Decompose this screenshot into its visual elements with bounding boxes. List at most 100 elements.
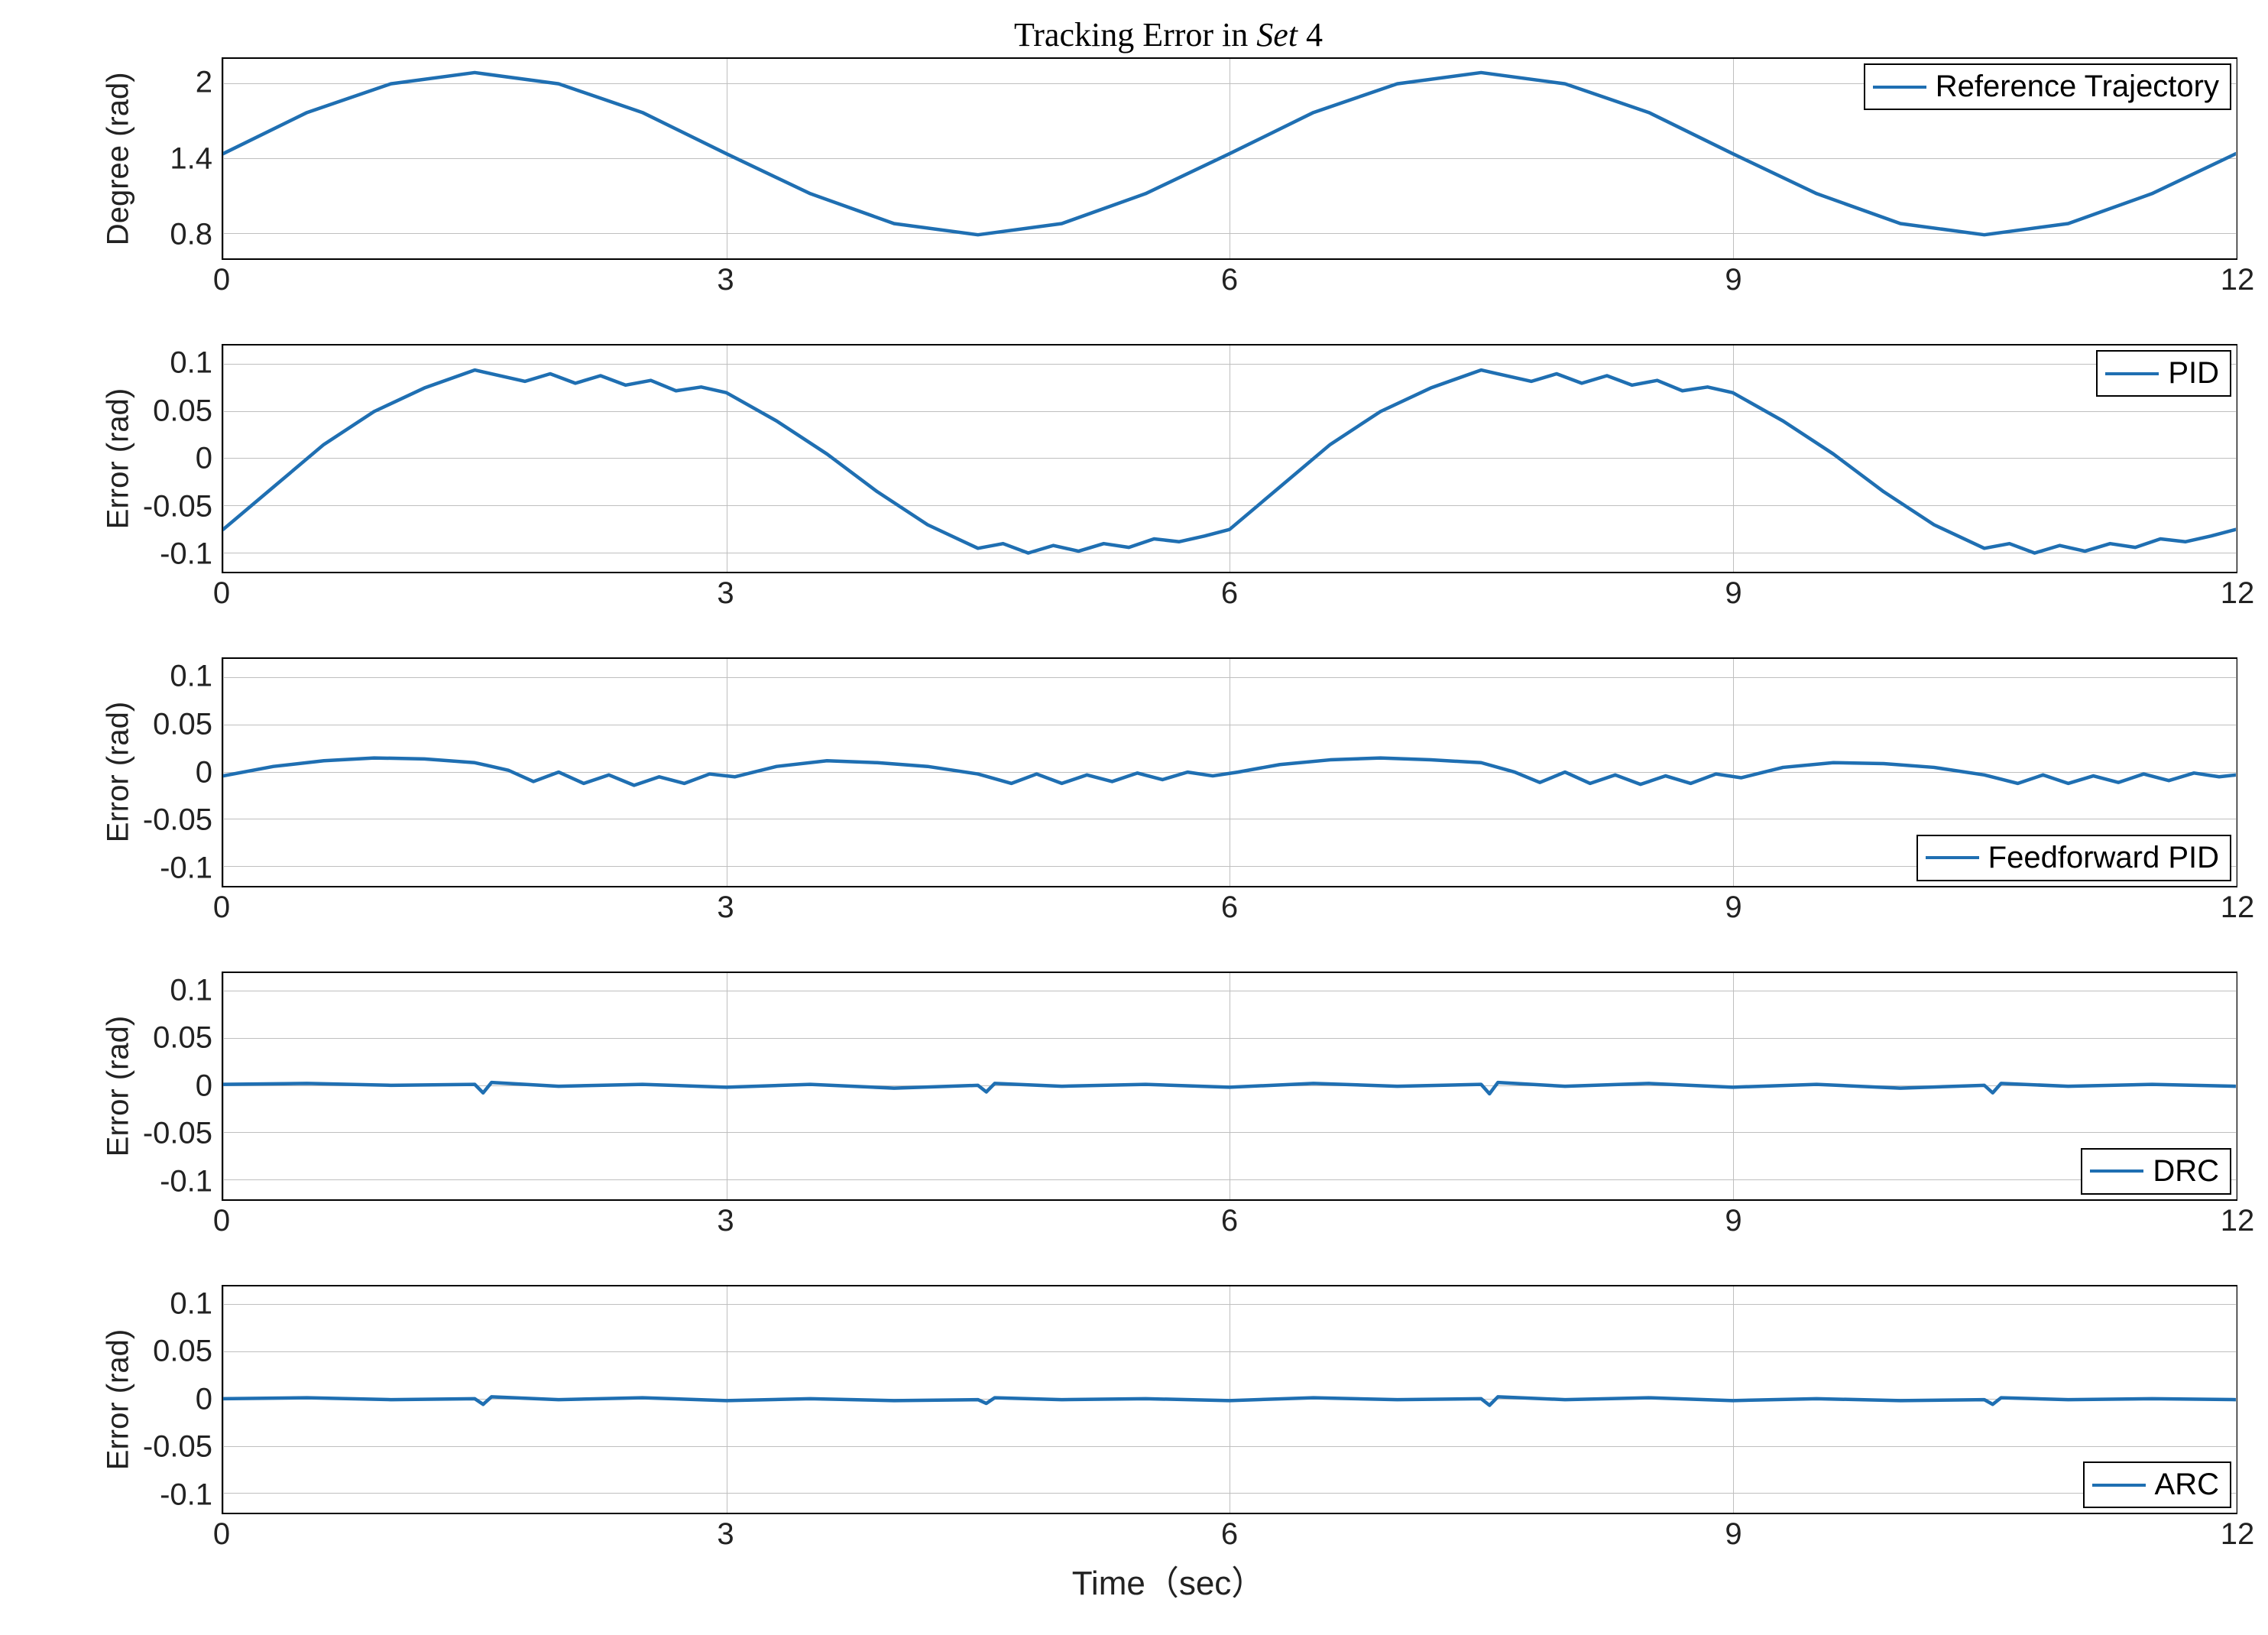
x-ticks-row: 036912 <box>99 1201 2237 1239</box>
gridline-vertical <box>2236 659 2237 885</box>
plot-row: Error (rad)-0.1-0.0500.050.1Feedforward … <box>99 657 2237 887</box>
spacer <box>99 260 222 298</box>
x-tick: 12 <box>2221 263 2255 297</box>
gridline-vertical <box>2236 345 2237 572</box>
y-tick: 0.05 <box>153 707 212 741</box>
spacer <box>99 573 222 612</box>
y-tick: 0.05 <box>153 1021 212 1056</box>
plot-row: Error (rad)-0.1-0.0500.050.1PID <box>99 344 2237 573</box>
y-tick: 0.1 <box>170 346 212 381</box>
y-tick: -0.1 <box>160 1478 212 1512</box>
legend: Feedforward PID <box>1916 835 2231 881</box>
y-axis-label: Degree (rad) <box>99 57 133 260</box>
x-tick: 0 <box>213 1517 230 1552</box>
x-tick: 6 <box>1221 263 1238 297</box>
axes: ARC <box>222 1285 2237 1514</box>
x-ticks-row: 036912 <box>99 887 2237 926</box>
y-ticks: 0.8 1.4 2 <box>133 57 217 260</box>
title-num: 4 <box>1298 16 1323 54</box>
legend-swatch <box>2092 1484 2146 1487</box>
legend-label: Feedforward PID <box>1988 841 2219 875</box>
y-axis-label: Error (rad) <box>99 972 133 1201</box>
legend: Reference Trajectory <box>1864 63 2231 110</box>
x-tick: 12 <box>2221 1204 2255 1238</box>
x-ticks: 036912 <box>222 1514 2237 1552</box>
x-ticks: 036912 <box>222 887 2237 926</box>
x-tick: 9 <box>1725 576 1742 611</box>
title-prefix: Tracking Error in <box>1014 16 1256 54</box>
x-tick: 9 <box>1725 1204 1742 1238</box>
legend-label: Reference Trajectory <box>1936 70 2219 104</box>
legend-swatch <box>2105 372 2159 375</box>
x-tick: 9 <box>1725 263 1742 297</box>
title-set: Set <box>1256 16 1298 54</box>
x-tick: 6 <box>1221 576 1238 611</box>
x-tick: 3 <box>717 576 734 611</box>
x-ticks: 036912 <box>222 573 2237 612</box>
legend: DRC <box>2081 1148 2231 1195</box>
legend-label: ARC <box>2155 1468 2219 1502</box>
panel-pid: Error (rad)-0.1-0.0500.050.1PID036912 <box>99 344 2237 612</box>
gridline-vertical <box>2236 1286 2237 1513</box>
x-tick: 3 <box>717 263 734 297</box>
y-tick: -0.05 <box>143 489 212 524</box>
y-axis-label: Error (rad) <box>99 1285 133 1514</box>
y-tick: 0 <box>196 1069 212 1103</box>
plot-row: Error (rad)-0.1-0.0500.050.1DRC <box>99 972 2237 1201</box>
y-ticks: -0.1-0.0500.050.1 <box>133 1285 217 1514</box>
y-tick: -0.05 <box>143 1430 212 1465</box>
x-tick: 12 <box>2221 576 2255 611</box>
figure: Tracking Error in Set 4 Degree (rad) 0.8 1… <box>0 0 2268 1635</box>
series-line <box>223 973 2236 1199</box>
y-tick: -0.05 <box>143 1117 212 1151</box>
y-tick: 1.4 <box>170 141 212 176</box>
legend-swatch <box>2090 1169 2143 1173</box>
x-tick: 6 <box>1221 1517 1238 1552</box>
y-ticks: -0.1-0.0500.050.1 <box>133 972 217 1201</box>
x-tick: 3 <box>717 890 734 925</box>
x-ticks: 036912 <box>222 1201 2237 1239</box>
y-tick: -0.05 <box>143 803 212 838</box>
x-ticks-row: 036912 <box>99 260 2237 298</box>
x-tick: 0 <box>213 890 230 925</box>
spacer <box>99 1201 222 1239</box>
y-tick: 0.05 <box>153 1335 212 1369</box>
x-tick: 12 <box>2221 890 2255 925</box>
plot-row: Error (rad)-0.1-0.0500.050.1ARC <box>99 1285 2237 1514</box>
x-tick: 6 <box>1221 890 1238 925</box>
x-tick: 12 <box>2221 1517 2255 1552</box>
y-tick: 0.1 <box>170 660 212 694</box>
legend: ARC <box>2083 1461 2231 1508</box>
y-tick: -0.1 <box>160 537 212 572</box>
y-tick: 0.1 <box>170 973 212 1007</box>
y-tick: 0 <box>196 1382 212 1416</box>
y-tick: -0.1 <box>160 851 212 885</box>
y-ticks: -0.1 -0.05 0 0.05 0.1 <box>133 344 217 573</box>
y-tick: 0.05 <box>153 394 212 428</box>
series-line <box>223 1286 2236 1513</box>
gridline-vertical <box>2236 59 2237 258</box>
y-tick: 0 <box>196 442 212 476</box>
panel-arc: Error (rad)-0.1-0.0500.050.1ARC036912 <box>99 1285 2237 1552</box>
panel-ff: Error (rad)-0.1-0.0500.050.1Feedforward … <box>99 657 2237 925</box>
y-tick: 0 <box>196 755 212 790</box>
x-tick: 6 <box>1221 1204 1238 1238</box>
x-tick: 9 <box>1725 890 1742 925</box>
x-axis-label: Time（sec） <box>99 1556 2237 1604</box>
y-ticks: -0.1 -0.05 0 0.05 0.1 <box>133 657 217 887</box>
y-tick: 0.8 <box>170 218 212 252</box>
x-tick: 3 <box>717 1517 734 1552</box>
figure-title: Tracking Error in Set 4 <box>99 15 2237 54</box>
gridline-vertical <box>2236 973 2237 1199</box>
axes: PID <box>222 344 2237 573</box>
panels: Degree (rad) 0.8 1.4 2 Reference Trajectory 0… <box>99 57 2237 1552</box>
x-tick: 3 <box>717 1204 734 1238</box>
legend-swatch <box>1926 856 1979 859</box>
panel-drc: Error (rad)-0.1-0.0500.050.1DRC036912 <box>99 972 2237 1239</box>
y-tick: 2 <box>196 66 212 100</box>
spacer <box>99 1514 222 1552</box>
legend-label: DRC <box>2153 1154 2219 1189</box>
axes: Reference Trajectory <box>222 57 2237 260</box>
spacer <box>99 887 222 926</box>
x-tick: 0 <box>213 576 230 611</box>
